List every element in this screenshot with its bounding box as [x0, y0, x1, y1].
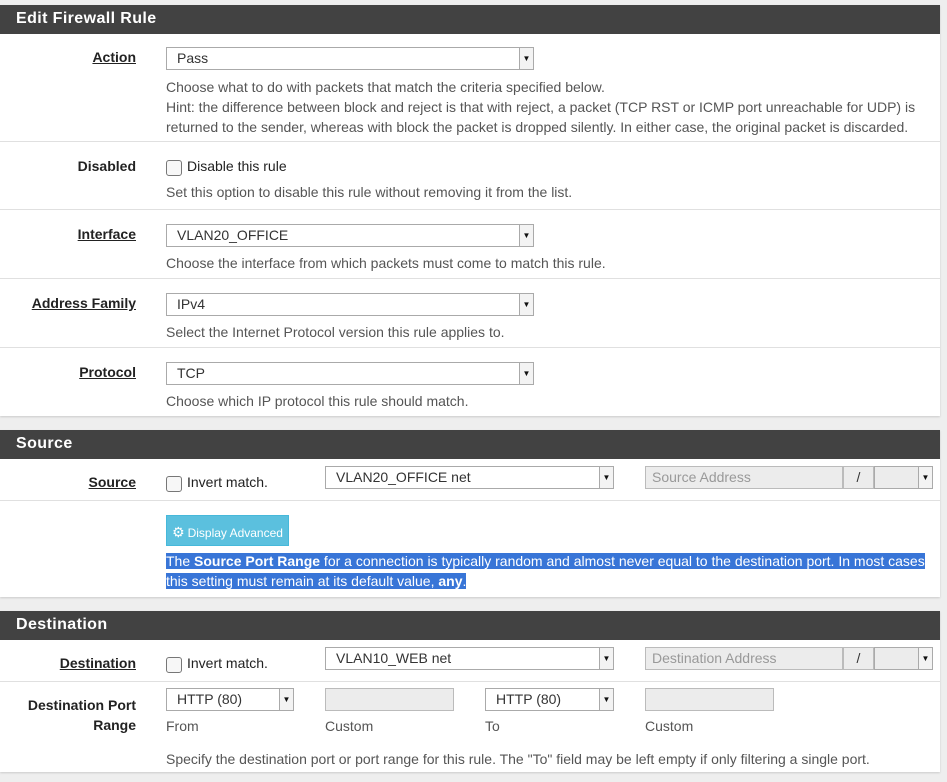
action-help-line1: Choose what to do with packets that matc… [166, 79, 605, 95]
dropdown-arrow-icon: ▼ [519, 48, 533, 69]
dropdown-arrow-icon: ▼ [918, 467, 932, 488]
source-type-select[interactable]: VLAN20_OFFICE net ▼ [325, 466, 614, 489]
source-type-value: VLAN20_OFFICE net [336, 469, 471, 485]
dropdown-arrow-icon: ▼ [599, 648, 613, 669]
source-mask-select[interactable]: ▼ [874, 466, 933, 489]
interface-select[interactable]: VLAN20_OFFICE ▼ [166, 224, 534, 247]
interface-help: Choose the interface from which packets … [166, 255, 606, 271]
source-help-part3: this setting must remain at its default … [166, 573, 439, 589]
action-label[interactable]: Action [92, 49, 136, 65]
source-row: Source Invert match. VLAN20_OFFICE net ▼… [0, 459, 940, 501]
gear-icon: ⚙ [172, 524, 185, 540]
address-family-select[interactable]: IPv4 ▼ [166, 293, 534, 316]
protocol-label[interactable]: Protocol [79, 364, 136, 380]
protocol-row: Protocol TCP ▼ Choose which IP protocol … [0, 348, 940, 416]
to-label: To [485, 718, 500, 734]
disabled-label: Disabled [77, 158, 136, 174]
action-help-line3: returned to the sender, whereas with blo… [166, 119, 909, 135]
interface-value: VLAN20_OFFICE [177, 227, 289, 243]
from-port-value: HTTP (80) [177, 691, 243, 707]
protocol-select[interactable]: TCP ▼ [166, 362, 534, 385]
dropdown-arrow-icon: ▼ [599, 467, 613, 488]
interface-label[interactable]: Interface [78, 226, 136, 242]
address-family-label[interactable]: Address Family [32, 295, 136, 311]
destination-panel: Destination Destination Invert match. VL… [0, 611, 940, 772]
dropdown-arrow-icon: ▼ [599, 689, 613, 710]
to-port-value: HTTP (80) [496, 691, 562, 707]
display-advanced-button[interactable]: ⚙ Display Advanced [166, 515, 289, 546]
destination-type-select[interactable]: VLAN10_WEB net ▼ [325, 647, 614, 670]
source-help-bold2: any [438, 573, 463, 589]
source-help-text: The Source Port Range for a connection i… [166, 553, 925, 569]
source-help-part1: The [166, 553, 195, 569]
destination-panel-title: Destination [0, 611, 940, 640]
destination-port-row: Destination Port Range HTTP (80) ▼ From … [0, 682, 940, 772]
action-select[interactable]: Pass ▼ [166, 47, 534, 70]
destination-invert-checkbox[interactable] [166, 657, 182, 673]
disable-rule-checkbox[interactable] [166, 160, 182, 176]
address-family-row: Address Family IPv4 ▼ Select the Interne… [0, 279, 940, 348]
address-family-value: IPv4 [177, 296, 206, 312]
protocol-value: TCP [177, 365, 205, 381]
destination-address-input[interactable]: Destination Address [645, 647, 843, 670]
from-port-select[interactable]: HTTP (80) ▼ [166, 688, 294, 711]
destination-invert-text[interactable]: Invert match. [187, 655, 268, 671]
edit-rule-panel: Edit Firewall Rule Action Pass ▼ Choose … [0, 5, 940, 416]
source-panel: Source Source Invert match. VLAN20_OFFIC… [0, 430, 940, 597]
source-label[interactable]: Source [89, 474, 136, 490]
from-custom-label: Custom [325, 718, 374, 734]
source-advanced-row: ⚙ Display Advanced The Source Port Range … [0, 501, 940, 597]
port-label-line2: Range [93, 717, 136, 733]
source-panel-title: Source [0, 430, 940, 459]
display-advanced-label: Display Advanced [187, 526, 283, 540]
action-help-line2: Hint: the difference between block and r… [166, 99, 916, 115]
address-family-help: Select the Internet Protocol version thi… [166, 324, 505, 340]
protocol-help: Choose which IP protocol this rule shoul… [166, 393, 469, 409]
to-custom-input[interactable] [645, 688, 774, 711]
source-help-text-2: this setting must remain at its default … [166, 573, 467, 589]
dropdown-arrow-icon: ▼ [519, 363, 533, 384]
destination-mask-select[interactable]: ▼ [874, 647, 933, 670]
destination-type-value: VLAN10_WEB net [336, 650, 452, 666]
action-row: Action Pass ▼ Choose what to do with pac… [0, 34, 940, 142]
disabled-row: Disabled Disable this rule Set this opti… [0, 142, 940, 210]
source-help-part2: for a connection is typically random and… [320, 553, 925, 569]
from-custom-input[interactable] [325, 688, 454, 711]
source-slash: / [843, 466, 874, 489]
destination-port-help: Specify the destination port or port ran… [166, 751, 870, 767]
destination-row: Destination Invert match. VLAN10_WEB net… [0, 640, 940, 682]
action-value: Pass [177, 50, 209, 66]
source-address-input[interactable]: Source Address [645, 466, 843, 489]
source-invert-text[interactable]: Invert match. [187, 474, 268, 490]
port-label-line1: Destination Port [27, 697, 136, 713]
dropdown-arrow-icon: ▼ [918, 648, 932, 669]
disable-rule-text[interactable]: Disable this rule [187, 158, 287, 174]
from-label: From [166, 718, 199, 734]
dropdown-arrow-icon: ▼ [519, 294, 533, 315]
source-help-part4: . [462, 573, 467, 589]
destination-port-label: Destination Port Range [28, 695, 136, 735]
source-invert-checkbox[interactable] [166, 476, 182, 492]
destination-label[interactable]: Destination [60, 655, 136, 671]
to-custom-label: Custom [645, 718, 694, 734]
panel-title: Edit Firewall Rule [0, 5, 940, 34]
source-help-bold1: Source Port Range [194, 553, 321, 569]
to-port-select[interactable]: HTTP (80) ▼ [485, 688, 614, 711]
disabled-help: Set this option to disable this rule wit… [166, 184, 573, 200]
dropdown-arrow-icon: ▼ [279, 689, 293, 710]
dropdown-arrow-icon: ▼ [519, 225, 533, 246]
destination-slash: / [843, 647, 874, 670]
action-help: Choose what to do with packets that matc… [166, 77, 915, 137]
interface-row: Interface VLAN20_OFFICE ▼ Choose the int… [0, 210, 940, 279]
source-port-help: The Source Port Range for a connection i… [166, 551, 925, 591]
